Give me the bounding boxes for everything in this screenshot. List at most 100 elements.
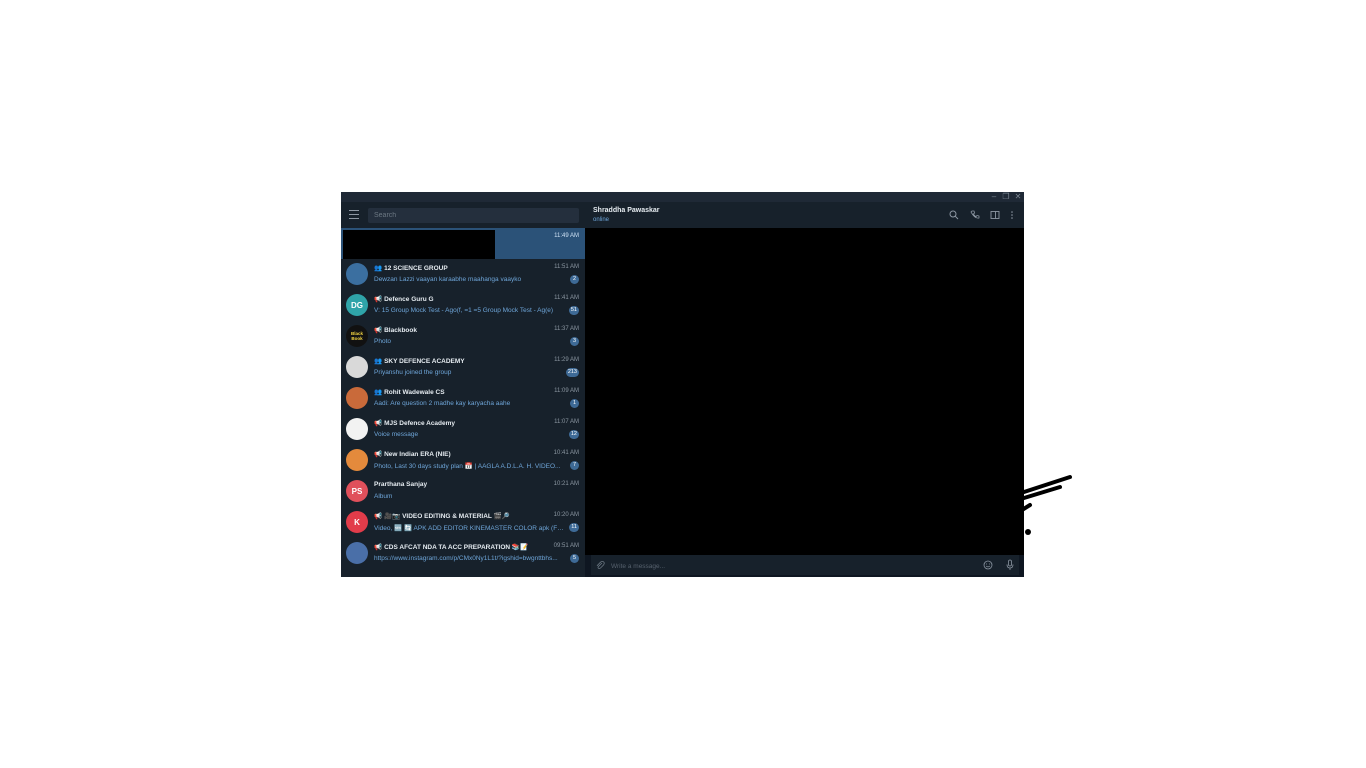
unread-badge: 51 <box>568 306 579 315</box>
chat-list-item[interactable]: 📢 MJS Defence Academy Voice message 11:07 A… <box>341 414 585 445</box>
chat-preview: Aadi: Are question 2 madhe kay karyacha … <box>374 400 511 407</box>
close-button[interactable]: ✕ <box>1013 192 1023 202</box>
group-icon: 👥 <box>374 389 383 396</box>
chat-name: 📢 MJS Defence Academy <box>374 419 542 427</box>
chat-avatar <box>346 356 368 378</box>
chat-preview: https://www.instagram.com/p/CMx0Ny1L1t/?… <box>374 555 558 562</box>
chat-list-item[interactable]: 👥 SKY DEFENCE ACADEMY Priyanshu joined the… <box>341 352 585 383</box>
more-options-icon[interactable] <box>1007 210 1017 220</box>
chat-preview: Voice message <box>374 431 419 438</box>
chat-time: 11:51 AM <box>554 264 579 270</box>
chat-time: 11:29 AM <box>554 357 579 363</box>
title-bar: – ❐ ✕ <box>341 192 1024 202</box>
chat-time: 10:21 AM <box>553 481 579 487</box>
chat-name: 👥 12 SCIENCE GROUP <box>374 264 542 272</box>
chat-name-text: New Indian ERA (NIE) <box>384 451 451 458</box>
search-icon[interactable] <box>949 210 959 220</box>
chat-avatar <box>346 542 368 564</box>
conversation-header: Shraddha Pawaskar online <box>585 202 1024 228</box>
chat-name-text: MJS Defence Academy <box>384 420 456 427</box>
microphone-icon[interactable] <box>1005 559 1015 571</box>
conversation-panel: Shraddha Pawaskar online <box>585 202 1024 577</box>
chat-name-text: CDS AFCAT NDA TA ACC PREPARATION 📚📝 <box>384 544 529 551</box>
chat-avatar: DG <box>346 294 368 316</box>
chat-name: Prarthana Sanjay <box>374 481 542 488</box>
channel-icon: 📢 <box>374 451 383 458</box>
chat-list-item[interactable]: 👥 Rohit Wadewale CS Aadi: Are question 2 m… <box>341 383 585 414</box>
peer-status: online <box>593 217 610 223</box>
channel-icon: 📢 <box>374 327 383 334</box>
chat-name: 📢 Defence Guru G <box>374 295 542 303</box>
maximize-button[interactable]: ❐ <box>1001 192 1011 202</box>
chat-preview: Priyanshu joined the group <box>374 369 452 376</box>
redacted-chat-entry <box>343 230 495 259</box>
unread-badge: 3 <box>570 337 579 346</box>
message-composer <box>591 555 1019 575</box>
hamburger-menu-icon[interactable] <box>349 210 359 219</box>
chat-time: 11:09 AM <box>554 388 579 394</box>
chat-time: 10:41 AM <box>553 450 579 456</box>
chat-list-item[interactable]: 👥 12 SCIENCE GROUP Dewzan Lazzi vaayan kar… <box>341 259 585 290</box>
avatar-initials: Black Book <box>350 331 363 341</box>
chat-list-item[interactable]: 📢 New Indian ERA (NIE) Photo, Last 30 days… <box>341 445 585 476</box>
chat-list-item[interactable]: 11:49 AM <box>341 228 585 259</box>
chat-list-item[interactable]: Black Book 📢 Blackbook Photo 11:37 AM 3 <box>341 321 585 352</box>
phone-icon[interactable] <box>970 210 980 220</box>
chat-name: 👥 SKY DEFENCE ACADEMY <box>374 357 542 365</box>
emoji-icon[interactable] <box>983 560 993 570</box>
chat-name-text: 🎥📷 VIDEO EDITING & MATERIAL 🎬🔎 <box>384 513 510 520</box>
chat-name: 📢 CDS AFCAT NDA TA ACC PREPARATION 📚📝 <box>374 543 542 551</box>
chat-name-text: Rohit Wadewale CS <box>384 389 445 396</box>
unread-badge: 12 <box>568 430 579 439</box>
messages-area-redacted <box>585 228 1024 555</box>
chat-name-text: Defence Guru G <box>384 296 434 303</box>
avatar-initials: K <box>354 517 360 527</box>
peer-name[interactable]: Shraddha Pawaskar <box>593 207 660 214</box>
unread-badge: 2 <box>570 275 579 284</box>
chat-preview: Video, 🆕 🔄 APK ADD EDITOR KINEMASTER COL… <box>374 525 566 532</box>
chat-avatar <box>346 263 368 285</box>
avatar-initials: DG <box>351 300 363 310</box>
group-icon: 👥 <box>374 358 383 365</box>
chat-avatar: K <box>346 511 368 533</box>
channel-icon: 📢 <box>374 420 383 427</box>
chat-list-item[interactable]: DG 📢 Defence Guru G V: 15 Group Mock Test -… <box>341 290 585 321</box>
chat-time: 11:07 AM <box>554 419 579 425</box>
chat-list-item[interactable]: K 📢 🎥📷 VIDEO EDITING & MATERIAL 🎬🔎 Video, 🆕… <box>341 507 585 538</box>
chat-name: 📢 Blackbook <box>374 326 542 334</box>
message-input[interactable] <box>609 558 973 574</box>
chat-name-text: 12 SCIENCE GROUP <box>384 265 448 272</box>
unread-badge: 5 <box>570 554 579 563</box>
chat-avatar <box>346 449 368 471</box>
unread-badge: 213 <box>565 368 579 377</box>
chat-list-item[interactable]: 📢 CDS AFCAT NDA TA ACC PREPARATION 📚📝 http… <box>341 538 585 569</box>
chat-preview: Album <box>374 493 393 500</box>
chat-list-item[interactable]: PS Prarthana Sanjay Album 10:21 AM <box>341 476 585 507</box>
chat-preview: Photo <box>374 338 391 345</box>
telegram-window: – ❐ ✕ 11:49 AM👥12 SCIENCE GROUPDewzan La… <box>341 192 1024 577</box>
group-icon: 👥 <box>374 265 383 272</box>
chat-time: 10:20 AM <box>553 512 579 518</box>
minimize-button[interactable]: – <box>989 192 999 202</box>
chat-name: 📢 🎥📷 VIDEO EDITING & MATERIAL 🎬🔎 <box>374 512 542 520</box>
unread-badge: 7 <box>570 461 579 470</box>
channel-icon: 📢 <box>374 513 383 520</box>
chat-preview: Photo, Last 30 days study plan 📅 | AAGLA… <box>374 463 561 470</box>
sidebar-toggle-icon[interactable] <box>990 210 1000 220</box>
channel-icon: 📢 <box>374 544 383 551</box>
chat-list: 11:49 AM 👥 12 SCIENCE GROUP Dewzan Lazzi va… <box>341 228 585 577</box>
chat-name-text: Prarthana Sanjay <box>374 481 428 488</box>
chat-preview: V: 15 Group Mock Test - Ago(f, =1 =5 Gro… <box>374 307 554 314</box>
chat-avatar <box>346 418 368 440</box>
attach-icon[interactable] <box>595 560 605 570</box>
unread-badge: 1 <box>570 399 579 408</box>
chat-avatar <box>346 387 368 409</box>
unread-badge: 11 <box>569 523 579 532</box>
chat-name: 📢 New Indian ERA (NIE) <box>374 450 542 458</box>
redaction-scribble <box>1020 475 1072 535</box>
chat-avatar: PS <box>346 480 368 502</box>
search-input[interactable] <box>368 208 579 223</box>
chat-preview: Dewzan Lazzi vaayan karaabhe maahanga va… <box>374 276 522 283</box>
channel-icon: 📢 <box>374 296 383 303</box>
chat-name-text: SKY DEFENCE ACADEMY <box>384 358 465 365</box>
